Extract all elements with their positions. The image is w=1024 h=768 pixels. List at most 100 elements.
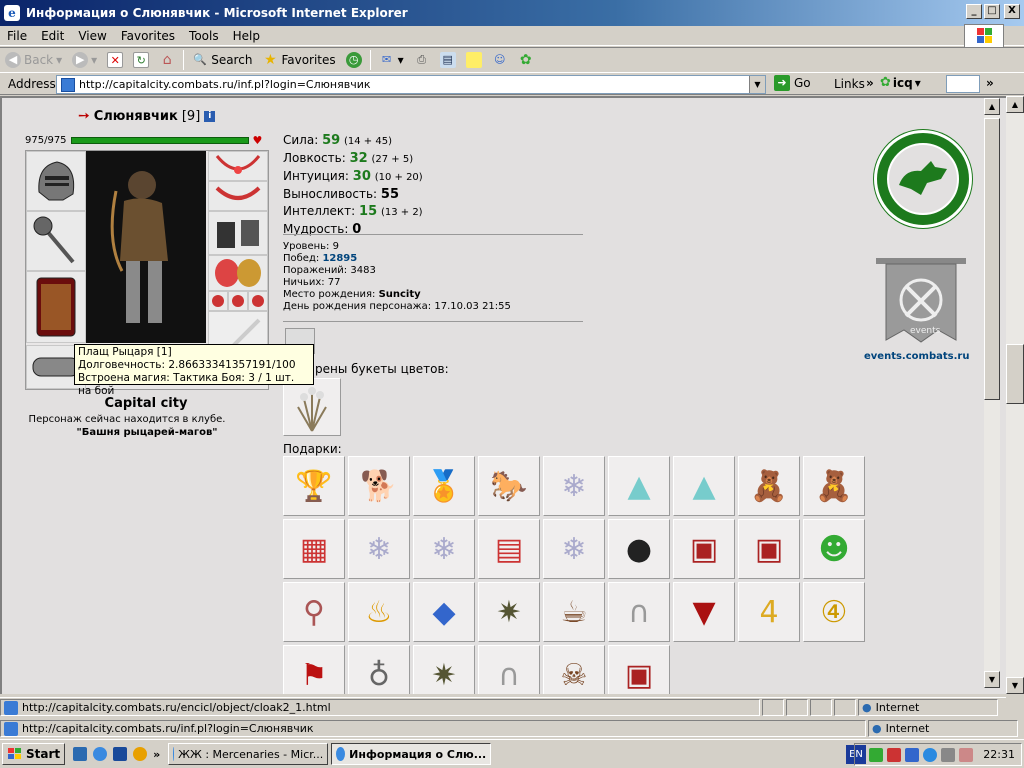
menu-tools[interactable]: Tools (182, 29, 226, 43)
back-button[interactable]: ◀ Back ▾ (0, 52, 67, 68)
gift-calendar[interactable]: ▣ (738, 519, 800, 579)
ring-slot-2[interactable] (228, 291, 248, 311)
print-button[interactable]: ⎙ (409, 52, 435, 68)
messenger-button[interactable]: ☺ (487, 52, 513, 68)
stop-button[interactable]: ✕ (102, 52, 128, 68)
mail-button[interactable]: ✉ ▾ (374, 52, 409, 68)
gift-snowflake[interactable]: ❄ (348, 519, 410, 579)
scroll-thumb[interactable] (984, 118, 1000, 400)
gift-snowflake[interactable]: ❄ (413, 519, 475, 579)
menu-help[interactable]: Help (226, 29, 267, 43)
gift-horseshoe[interactable]: ∩ (608, 582, 670, 642)
gift-goblet[interactable]: 🏆 (283, 456, 345, 516)
address-url[interactable]: http://capitalcity.combats.ru/inf.pl?log… (79, 78, 371, 91)
minimize-button[interactable]: _ (966, 4, 982, 19)
gauntlets-slot[interactable] (208, 211, 268, 255)
task-character-info[interactable]: Информация о Слю... (331, 743, 492, 765)
gift-mug[interactable]: ☕ (543, 582, 605, 642)
gift-paint-box[interactable]: ▦ (283, 519, 345, 579)
scroll-down-icon[interactable]: ▼ (984, 671, 1000, 688)
menu-view[interactable]: View (71, 29, 113, 43)
gift-cloak[interactable]: ▼ (673, 582, 735, 642)
scroll-up-icon[interactable]: ▲ (984, 98, 1000, 115)
window-scroll-up-icon[interactable]: ▲ (1006, 96, 1024, 113)
info-icon[interactable]: i (204, 110, 216, 122)
helmet-slot[interactable] (26, 151, 86, 211)
gift-dog[interactable]: 🐕 (348, 456, 410, 516)
gift-number-four[interactable]: 4 (738, 582, 800, 642)
search-button[interactable]: 🔍 Search (187, 52, 257, 68)
ie-quick-icon[interactable] (93, 747, 108, 761)
gift-snowflake[interactable]: ❄ (543, 519, 605, 579)
gift-snowflake[interactable]: ❄ (543, 456, 605, 516)
gift-horseshoe[interactable]: ∩ (478, 645, 540, 694)
task-livejournal[interactable]: ЖЖ : Mercenaries - Micr... (168, 743, 329, 765)
gift-goblin[interactable]: ☻ (803, 519, 865, 579)
gift-spider[interactable]: ✷ (478, 582, 540, 642)
gift-mace[interactable]: ● (608, 519, 670, 579)
favorites-button[interactable]: ★ Favorites (257, 52, 340, 68)
weapon-slot[interactable] (26, 211, 86, 271)
desktop-icon[interactable] (73, 747, 88, 761)
tray-icon[interactable] (941, 747, 956, 762)
tray-icon[interactable] (869, 747, 884, 762)
gift-skeleton[interactable]: ☠ (543, 645, 605, 694)
close-button[interactable]: X (1004, 4, 1020, 19)
clan-emblem[interactable] (874, 130, 972, 228)
gift-card[interactable]: ▤ (478, 519, 540, 579)
menu-favorites[interactable]: Favorites (114, 29, 182, 43)
gift-banner[interactable]: ⚑ (283, 645, 345, 694)
tray-icon[interactable] (887, 747, 902, 762)
home-button[interactable]: ⌂ (154, 52, 180, 68)
refresh-button[interactable]: ↻ (128, 52, 154, 68)
more-chevron-icon[interactable]: » (986, 76, 994, 90)
necklace-slot[interactable] (208, 151, 268, 181)
gift-calendar[interactable]: ▣ (673, 519, 735, 579)
page-scrollbar[interactable]: ▲ ▼ (984, 98, 1000, 688)
gloves-slot[interactable] (208, 255, 268, 291)
gift-tower[interactable]: ▲ (608, 456, 670, 516)
discuss-button[interactable] (461, 52, 487, 68)
address-input[interactable]: http://capitalcity.combats.ru/inf.pl?log… (56, 75, 766, 94)
tray-icon[interactable] (923, 747, 938, 762)
gift-medal[interactable]: 🏅 (413, 456, 475, 516)
gift-calendar[interactable]: ▣ (608, 645, 670, 694)
links-chevron-icon[interactable]: » (866, 76, 874, 90)
quick-more-icon[interactable]: » (153, 748, 160, 761)
gift-candle[interactable]: ♨ (348, 582, 410, 642)
icq-button[interactable]: ✿ icq ▾ (880, 75, 921, 90)
gift-teddy-bear[interactable]: 🧸 (803, 456, 865, 516)
start-button[interactable]: Start (2, 743, 66, 765)
window-scroll-down-icon[interactable]: ▼ (1006, 677, 1024, 694)
edit-button[interactable]: ▤ (435, 52, 461, 68)
menu-edit[interactable]: Edit (34, 29, 71, 43)
gift-rattle[interactable]: ♁ (348, 645, 410, 694)
gift-tower[interactable]: ▲ (673, 456, 735, 516)
armor-slot[interactable] (26, 271, 86, 343)
maximize-button[interactable]: □ (984, 4, 1000, 19)
gift-horse[interactable]: 🐎 (478, 456, 540, 516)
tray-icon[interactable] (905, 747, 920, 762)
gift-broom[interactable]: ⚲ (283, 582, 345, 642)
ring-slot-3[interactable] (248, 291, 268, 311)
gift-coin[interactable]: ④ (803, 582, 865, 642)
icq-toolbar-button[interactable]: ✿ (513, 52, 539, 68)
gift-bag[interactable]: ◆ (413, 582, 475, 642)
mail-quick-icon[interactable] (133, 747, 148, 761)
links-label[interactable]: Links (834, 77, 865, 91)
gift-spider[interactable]: ✷ (413, 645, 475, 694)
app-quick-icon[interactable] (113, 747, 128, 761)
window-scrollbar[interactable]: ▲ ▼ (1006, 96, 1024, 694)
icq-search-input[interactable] (946, 75, 980, 93)
bracelet-slot[interactable] (208, 181, 268, 211)
go-button[interactable]: ➜ Go (774, 75, 811, 91)
window-scroll-thumb[interactable] (1006, 344, 1024, 404)
forward-button[interactable]: ▶ ▾ (67, 52, 102, 68)
address-dropdown[interactable]: ▼ (749, 76, 765, 93)
menu-file[interactable]: File (0, 29, 34, 43)
ring-slot-1[interactable] (208, 291, 228, 311)
events-link[interactable]: events.combats.ru (864, 351, 969, 362)
gift-teddy-bear[interactable]: 🧸 (738, 456, 800, 516)
history-button[interactable]: ◷ (341, 52, 367, 68)
events-banner[interactable]: events (872, 254, 970, 350)
